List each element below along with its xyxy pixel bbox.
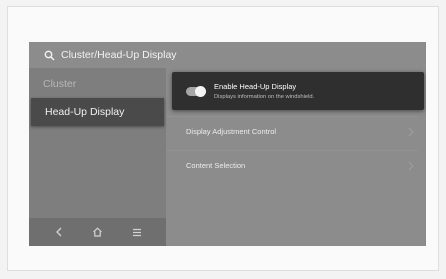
toggle-knob xyxy=(195,85,206,97)
infotainment-screen: Cluster/Head-Up Display Cluster Head-Up … xyxy=(29,42,426,246)
enable-hud-toggle[interactable] xyxy=(186,85,206,97)
home-icon[interactable] xyxy=(88,222,108,242)
enable-hud-row[interactable]: Enable Head-Up Display Displays informat… xyxy=(172,72,424,110)
row-title: Content Selection xyxy=(186,161,246,170)
menu-icon[interactable] xyxy=(127,222,147,242)
sidebar-item-label: Head-Up Display xyxy=(45,106,125,118)
breadcrumb-title: Cluster/Head-Up Display xyxy=(61,49,177,61)
sidebar-item-label: Cluster xyxy=(43,78,77,90)
row-text: Enable Head-Up Display Displays informat… xyxy=(214,82,314,100)
search-icon[interactable] xyxy=(44,50,55,61)
header-bar: Cluster/Head-Up Display xyxy=(29,42,426,68)
sidebar: Cluster Head-Up Display xyxy=(29,68,166,246)
back-icon[interactable] xyxy=(49,222,69,242)
bottom-nav-bar xyxy=(29,218,166,246)
sidebar-item-head-up-display[interactable]: Head-Up Display xyxy=(31,98,164,126)
row-title: Enable Head-Up Display xyxy=(214,82,297,91)
chevron-right-icon xyxy=(408,126,418,138)
row-subtitle: Displays information on the windshield. xyxy=(214,94,315,100)
row-title: Display Adjustment Control xyxy=(186,127,277,136)
chevron-right-icon xyxy=(408,160,418,172)
sidebar-item-cluster[interactable]: Cluster xyxy=(29,70,166,98)
display-adjustment-control-row[interactable]: Display Adjustment Control xyxy=(166,116,418,146)
content-selection-row[interactable]: Content Selection xyxy=(166,150,418,180)
settings-list: Enable Head-Up Display Displays informat… xyxy=(166,68,426,246)
